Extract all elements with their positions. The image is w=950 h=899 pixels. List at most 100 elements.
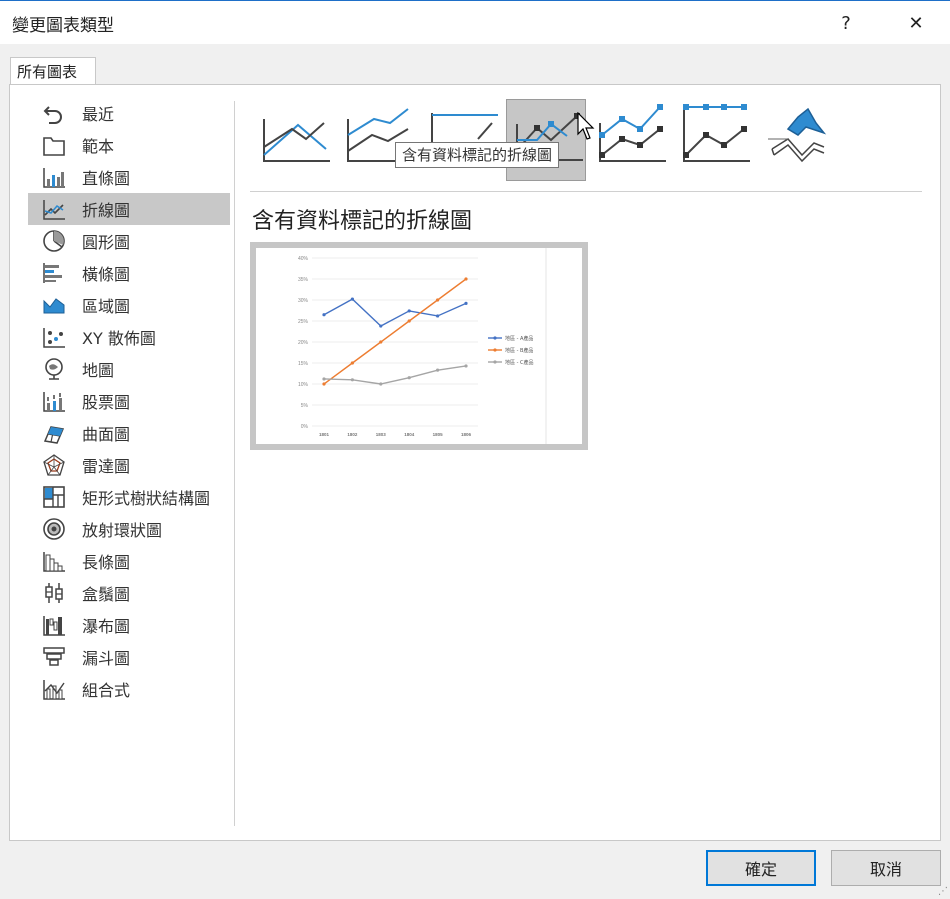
surface-chart-icon (40, 421, 68, 445)
series-line (323, 298, 467, 327)
sidebar-item-label: 範本 (82, 137, 115, 156)
3d-line-thumbnail-icon (768, 107, 827, 163)
legend-label: 地區 - B產品 (505, 347, 533, 354)
sidebar-item-label: 放射環狀圖 (82, 521, 163, 540)
line-thumbnail-icon (263, 119, 330, 162)
sidebar-item-label: 地圖 (82, 361, 115, 380)
sidebar-item[interactable]: 最近 (28, 97, 230, 129)
stacked-line-markers-thumbnail-icon (599, 104, 666, 162)
sidebar-item[interactable]: 橫條圖 (28, 257, 230, 289)
data-point (407, 309, 411, 313)
selected-subtype-title: 含有資料標記的折線圖 (252, 209, 473, 234)
sidebar-item[interactable]: 地圖 (28, 353, 230, 385)
tab-all-charts[interactable]: 所有圖表 (10, 57, 96, 85)
chart-category-list: 最近範本直條圖折線圖圓形圖橫條圖區域圖 XY 散佈圖 地圖股票圖曲面圖雷達圖矩形式樹… (28, 97, 230, 705)
sidebar-item-label: 最近 (82, 105, 115, 124)
data-point (322, 382, 326, 386)
sidebar-item[interactable]: 長條圖 (28, 545, 230, 577)
sidebar-item-label: 股票圖 (82, 393, 131, 412)
subtype-stacked-line-with-markers[interactable] (590, 99, 670, 181)
sidebar-item[interactable]: 盒鬚圖 (28, 577, 230, 609)
data-point (436, 368, 440, 372)
sidebar-item-label: 直條圖 (82, 169, 131, 188)
close-button[interactable]: ✕ (894, 5, 938, 41)
sunburst-icon (40, 517, 68, 541)
data-point (379, 340, 383, 344)
data-point (379, 324, 383, 328)
sidebar-item[interactable]: 組合式 (28, 673, 230, 705)
y-tick-label: 25% (298, 319, 309, 325)
sidebar-item[interactable]: 範本 (28, 129, 230, 161)
series-line (323, 278, 467, 385)
x-tick-label: 1805 (433, 432, 444, 437)
sidebar-item[interactable]: 區域圖 (28, 289, 230, 321)
percent-stacked-line-markers-thumbnail-icon (683, 104, 750, 162)
data-point (350, 361, 354, 365)
sidebar-item[interactable]: 圓形圖 (28, 225, 230, 257)
y-tick-label: 40% (298, 256, 309, 262)
line-chart-icon (40, 197, 68, 221)
column-chart-icon (40, 165, 68, 189)
combo-chart-icon (40, 677, 68, 701)
main-panel: 最近範本直條圖折線圖圓形圖橫條圖區域圖 XY 散佈圖 地圖股票圖曲面圖雷達圖矩形式樹… (9, 84, 941, 841)
subtype-100-stacked-line[interactable] (422, 99, 502, 181)
subtype-line[interactable] (254, 99, 334, 181)
sidebar-item-label: 矩形式樹狀結構圖 (82, 489, 211, 508)
data-point (350, 378, 354, 382)
sidebar-item-label: 盒鬚圖 (82, 585, 131, 604)
data-point (436, 298, 440, 302)
legend-marker (493, 360, 497, 364)
data-point (436, 314, 440, 318)
undo-icon (40, 101, 68, 125)
y-tick-label: 10% (298, 382, 309, 388)
sidebar-item[interactable]: 股票圖 (28, 385, 230, 417)
sidebar-item[interactable]: 矩形式樹狀結構圖 (28, 481, 230, 513)
sidebar-item-label: 長條圖 (82, 553, 131, 572)
y-tick-label: 20% (298, 340, 309, 346)
subtype-100-stacked-line-with-markers[interactable] (674, 99, 754, 181)
area-chart-icon (40, 293, 68, 317)
data-point (322, 313, 326, 317)
sidebar-item[interactable]: 雷達圖 (28, 449, 230, 481)
title-bar: 變更圖表類型 ? ✕ (0, 0, 950, 44)
sidebar-item[interactable]: 放射環狀圖 (28, 513, 230, 545)
data-point (407, 319, 411, 323)
sidebar-item-label: 漏斗圖 (82, 649, 131, 668)
vertical-divider (234, 101, 235, 826)
radar-chart-icon (40, 453, 68, 477)
sidebar-item-label: 橫條圖 (82, 265, 131, 284)
sidebar-item-label: 瀑布圖 (82, 617, 131, 636)
y-tick-label: 5% (301, 403, 309, 409)
x-tick-label: 1806 (461, 432, 472, 437)
help-button[interactable]: ? (824, 5, 868, 41)
treemap-icon (40, 485, 68, 509)
sidebar-item[interactable]: 直條圖 (28, 161, 230, 193)
x-tick-label: 1804 (404, 432, 415, 437)
subtype-stacked-line[interactable] (338, 99, 418, 181)
sidebar-item-label: 圓形圖 (82, 233, 131, 252)
dialog-title: 變更圖表類型 (12, 16, 114, 36)
sidebar-item-label: 組合式 (82, 681, 131, 700)
sidebar-item-label: XY 散佈圖 (82, 329, 156, 348)
scatter-chart-icon (40, 325, 68, 349)
sidebar-item[interactable]: 曲面圖 (28, 417, 230, 449)
chart-preview-canvas: 0% 5% 10% 15% 20% 25% 30% 35% 40% 1801 1802 1803 180… (256, 248, 582, 444)
mouse-cursor-icon (577, 112, 595, 140)
subtype-3d-line[interactable] (758, 99, 838, 181)
subtype-line-with-markers[interactable] (506, 99, 586, 181)
sidebar-item-label: 區域圖 (82, 297, 131, 316)
sidebar-item[interactable]: 漏斗圖 (28, 641, 230, 673)
resize-grip-icon[interactable]: ⋰ (938, 886, 948, 897)
sidebar-item[interactable]: 折線圖 (28, 193, 230, 225)
sidebar-item[interactable]: XY 散佈圖 (28, 321, 230, 353)
ok-button[interactable]: 確定 (706, 850, 816, 886)
cancel-button[interactable]: 取消 (831, 850, 941, 886)
line-markers-thumbnail-icon (516, 113, 583, 161)
subtype-tooltip: 含有資料標記的折線圖 (395, 142, 560, 168)
globe-icon (40, 357, 68, 381)
sidebar-item[interactable]: 瀑布圖 (28, 609, 230, 641)
data-point (464, 364, 468, 368)
y-tick-label: 15% (298, 361, 309, 367)
box-whisker-icon (40, 581, 68, 605)
sidebar-item-label: 曲面圖 (82, 425, 131, 444)
